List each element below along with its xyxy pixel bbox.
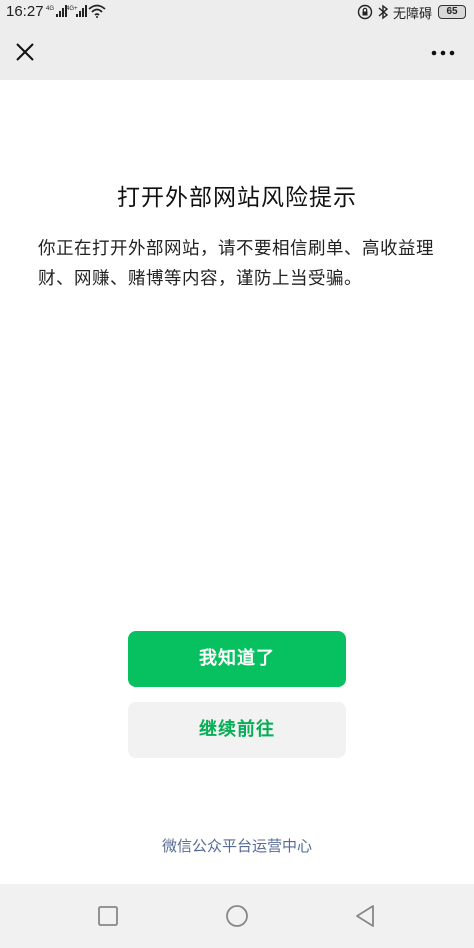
screen: 16:27 4G 4G+ 无障碍 65 打开外部网站风险提示 你正在打开外部网站…	[0, 0, 474, 948]
status-bar: 16:27 4G 4G+ 无障碍 65	[0, 0, 474, 24]
status-time: 16:27	[6, 3, 44, 20]
bluetooth-icon	[378, 4, 389, 20]
signal-4g-plus-label: 4G+	[66, 6, 78, 12]
accessibility-status-text: 无障碍	[392, 6, 432, 22]
system-nav-bar	[0, 884, 474, 948]
recent-apps-icon[interactable]	[92, 900, 124, 932]
home-icon[interactable]	[221, 900, 253, 932]
continue-button[interactable]: 继续前往	[128, 702, 346, 758]
nav-bar	[0, 24, 474, 80]
rotation-lock-icon	[357, 4, 373, 20]
signal-4g-icon: 4G	[46, 5, 67, 17]
more-dots-icon[interactable]	[428, 38, 458, 68]
status-right-group: 无障碍 65	[357, 2, 466, 22]
i-know-button[interactable]: 我知道了	[128, 631, 346, 687]
battery-indicator: 65	[438, 5, 466, 19]
signal-4g-label: 4G	[46, 6, 54, 12]
back-icon[interactable]	[350, 900, 382, 932]
close-icon[interactable]	[10, 37, 40, 67]
wifi-icon	[88, 4, 106, 18]
signal-4g-plus-icon: 4G+	[66, 5, 87, 17]
page-title: 打开外部网站风险提示	[117, 185, 357, 211]
operations-center-link[interactable]: 微信公众平台运营中心	[0, 835, 474, 856]
warning-message: 你正在打开外部网站，请不要相信刷单、高收益理财、网赚、赌博等内容，谨防上当受骗。	[38, 239, 434, 289]
